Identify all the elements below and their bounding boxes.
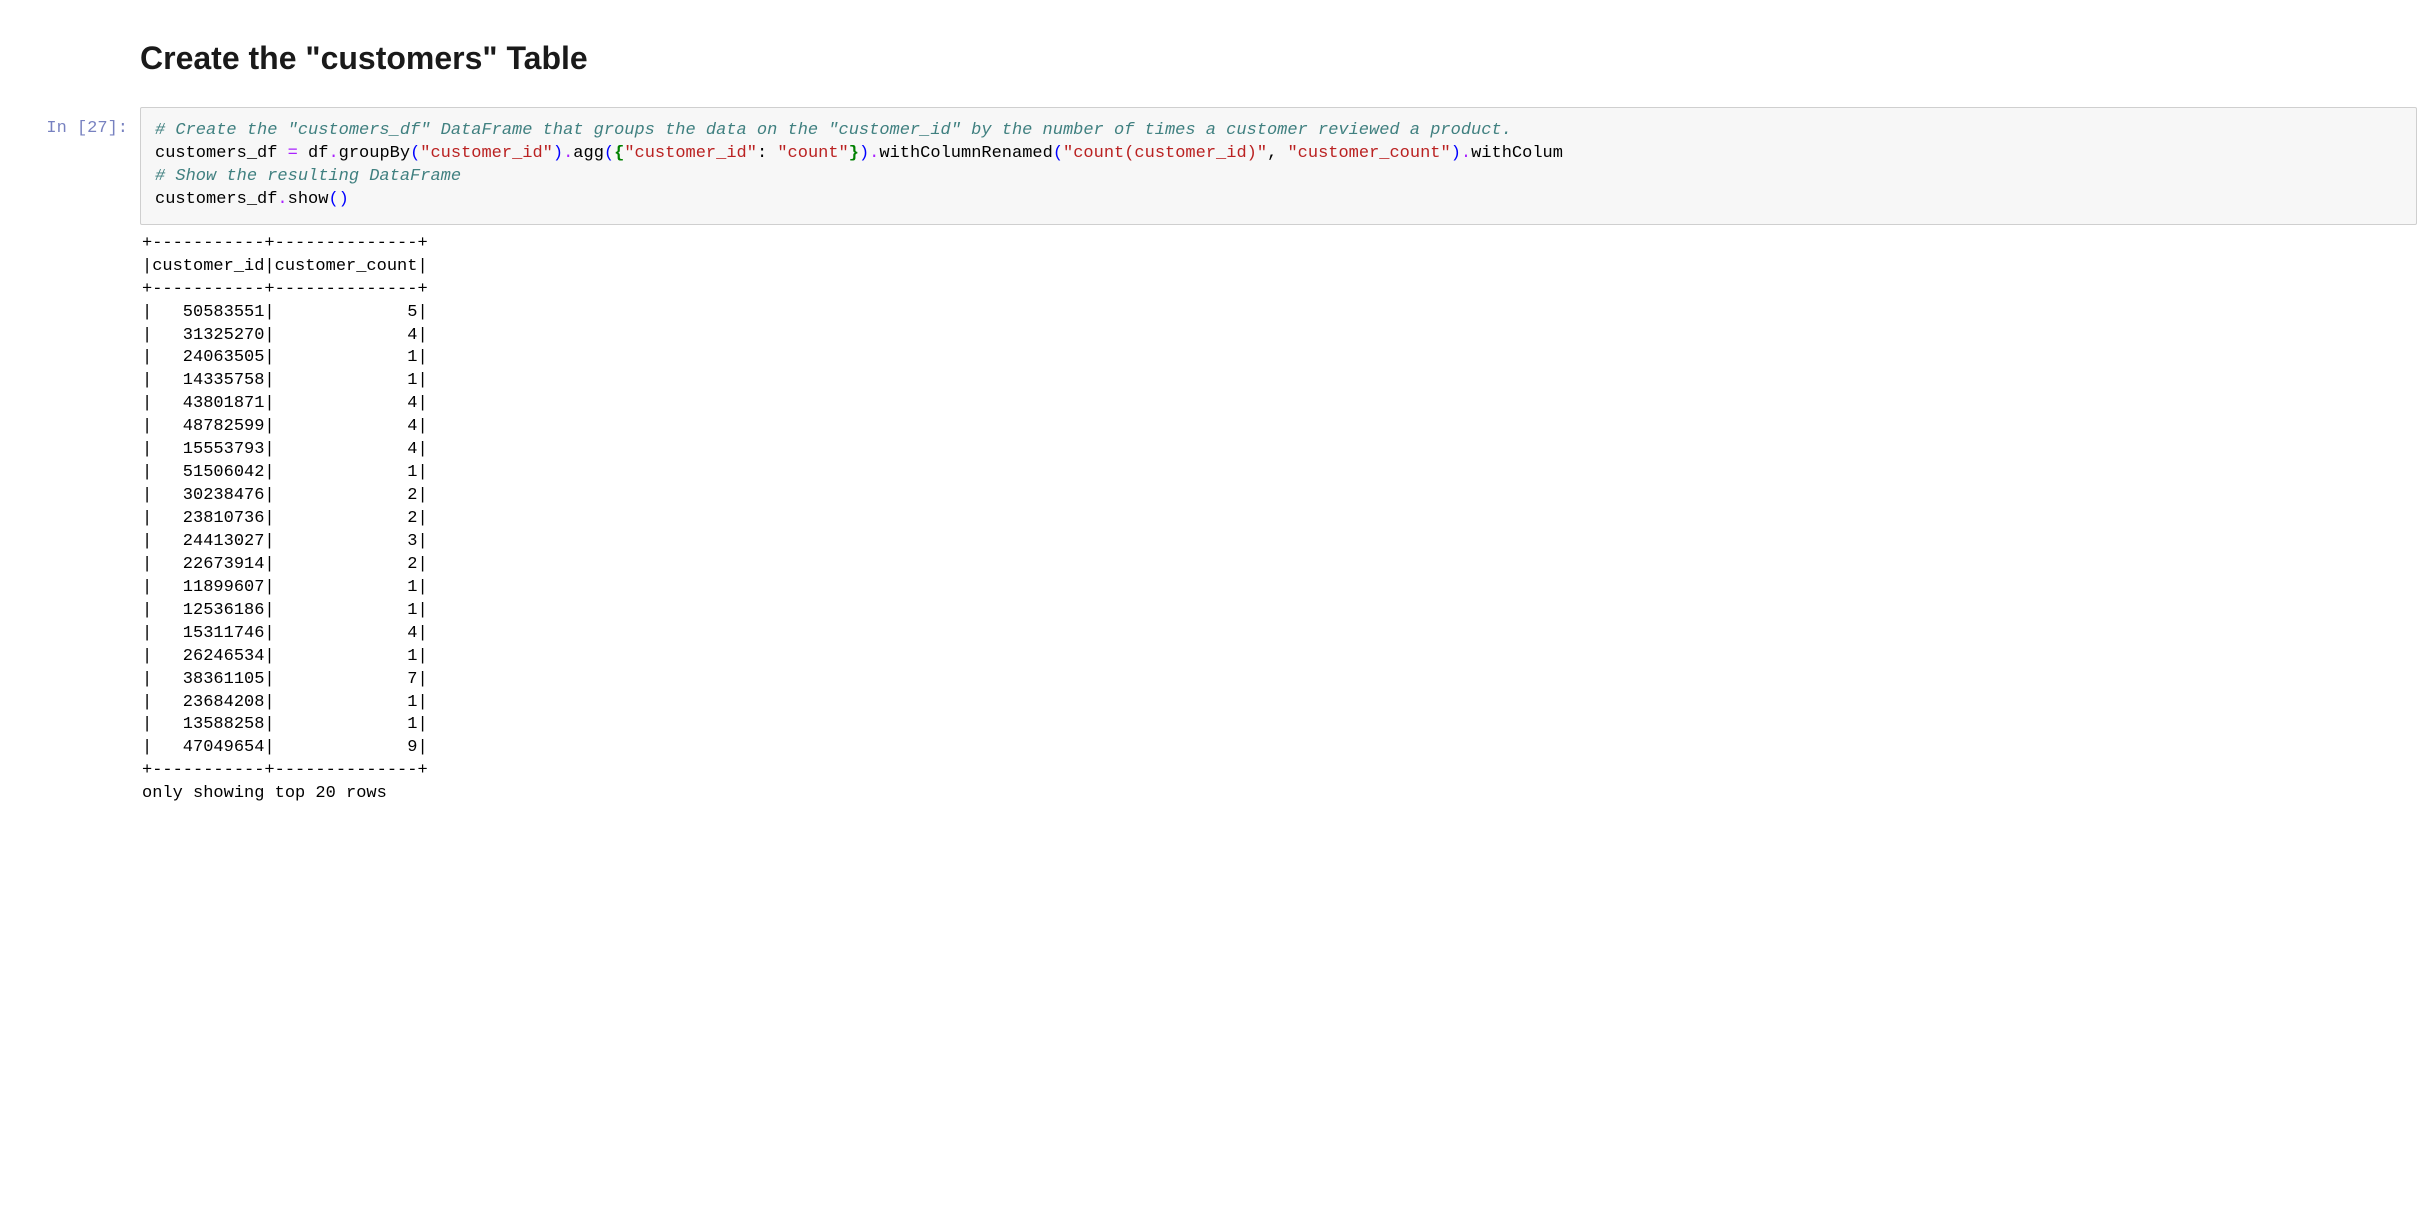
output-prompt-spacer bbox=[10, 233, 140, 245]
code-cell: In [27]: # Create the "customers_df" Dat… bbox=[0, 107, 2427, 225]
code-input-area[interactable]: # Create the "customers_df" DataFrame th… bbox=[140, 107, 2417, 225]
output-cell: +-----------+--------------+ |customer_i… bbox=[0, 233, 2427, 806]
section-heading: Create the "customers" Table bbox=[140, 40, 2427, 77]
code-comment: # Show the resulting DataFrame bbox=[155, 167, 461, 186]
markdown-cell: Create the "customers" Table bbox=[0, 20, 2427, 107]
notebook-container: Create the "customers" Table In [27]: # … bbox=[0, 20, 2427, 806]
output-text: +-----------+--------------+ |customer_i… bbox=[140, 233, 2417, 806]
input-prompt: In [27]: bbox=[10, 107, 140, 138]
code-comment: # Create the "customers_df" DataFrame th… bbox=[155, 121, 1512, 140]
